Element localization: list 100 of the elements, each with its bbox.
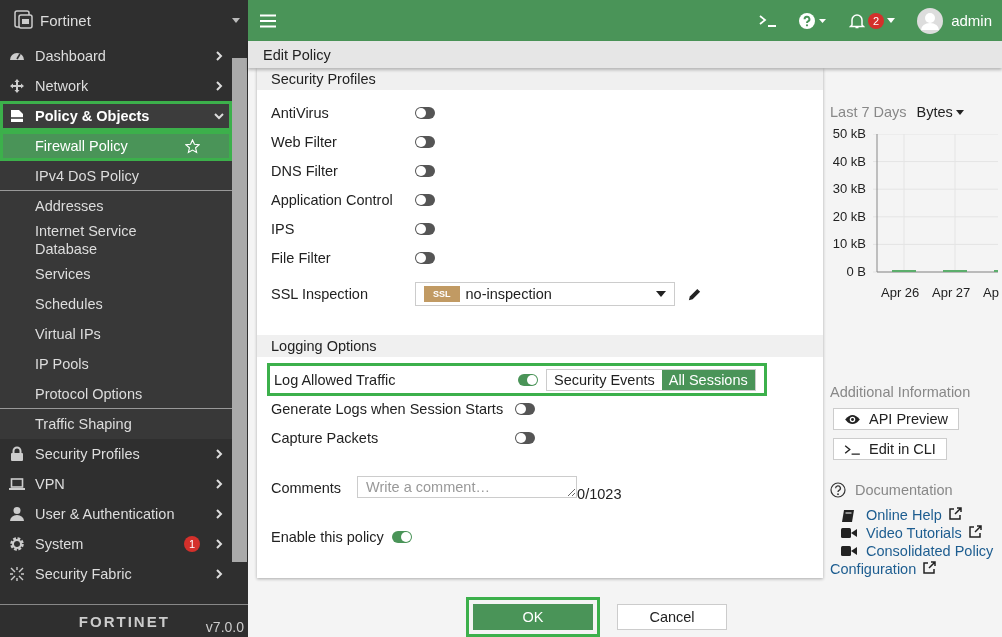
doc-link[interactable]: Video Tutorials (830, 524, 1002, 542)
toggle-switch[interactable] (415, 193, 435, 206)
terminal-icon (844, 443, 861, 455)
nav-subitem[interactable]: Internet Service Database (0, 221, 232, 259)
character-count: 0/1023 (577, 485, 622, 502)
metric-dropdown[interactable]: Bytes (916, 104, 964, 120)
caret-icon (955, 109, 964, 115)
axis-tick-label: 10 kB (832, 236, 866, 252)
section-title: Additional Information (830, 384, 972, 400)
toggle-switch[interactable] (415, 164, 435, 177)
axis-tick-label: Apr 27 (932, 285, 971, 300)
pencil-icon[interactable] (687, 286, 702, 302)
nav-item[interactable]: Policy & Objects (0, 101, 232, 131)
eye-icon (844, 413, 861, 425)
nav-subitem[interactable]: Services (0, 259, 232, 289)
star-icon[interactable] (185, 138, 200, 154)
user-name[interactable]: admin (951, 12, 992, 29)
comment-field[interactable]: Write a comment… (357, 476, 578, 498)
field-label: Comments (271, 479, 342, 496)
field-label: Generate Logs when Session Starts (271, 400, 505, 417)
toggle-switch[interactable] (415, 251, 435, 264)
axis-tick-label: 20 kB (832, 208, 866, 224)
axis-tick-label: 0 B (846, 264, 866, 279)
axis-tick-label: 40 kB (832, 153, 866, 169)
device-icon (14, 10, 34, 30)
chevron-icon (214, 479, 224, 489)
terminal-icon[interactable] (759, 14, 778, 27)
help-icon (830, 482, 846, 498)
nav-subitem[interactable]: Schedules (0, 289, 232, 319)
field-label: DNS Filter (271, 162, 339, 179)
field-label: Enable this policy (271, 529, 384, 545)
caret-icon[interactable] (887, 18, 896, 23)
network-icon (9, 78, 25, 94)
device-name[interactable]: Fortinet (40, 11, 226, 29)
chevron-icon (214, 569, 224, 579)
nav-item[interactable]: Security Fabric (0, 559, 232, 589)
select-field[interactable]: SSL no-inspection (415, 282, 675, 306)
axis-tick-label: Apr 26 (881, 285, 920, 300)
chevron-icon (214, 51, 224, 61)
nav-item[interactable]: Security Profiles (0, 439, 232, 469)
policy-icon (9, 108, 25, 124)
info-button[interactable]: Edit in CLI (833, 438, 947, 460)
nav-item[interactable]: Dashboard (0, 41, 232, 71)
nav-item[interactable]: System 1 (0, 529, 232, 559)
field-label: Capture Packets (271, 429, 380, 446)
section-title: Documentation (855, 482, 953, 498)
toggle-switch[interactable] (391, 531, 412, 543)
chevron-icon (214, 509, 224, 519)
info-button[interactable]: API Preview (833, 408, 959, 430)
toggle-switch[interactable] (515, 402, 535, 415)
section-header: Logging Options (257, 335, 823, 357)
user-icon (9, 506, 25, 522)
scrollbar[interactable] (232, 58, 247, 562)
gear-icon (9, 536, 25, 552)
field-label: AntiVirus (271, 104, 330, 121)
nav-subitem[interactable]: Virtual IPs (0, 319, 232, 349)
toggle-switch[interactable] (415, 106, 435, 119)
toggle-switch[interactable] (415, 222, 435, 235)
doc-link[interactable]: Consolidated Policy Configuration (830, 542, 1002, 578)
help-icon[interactable] (799, 12, 828, 29)
lock-icon (9, 446, 25, 462)
nav-item[interactable]: Network (0, 71, 232, 101)
nav-subitem[interactable]: Traffic Shaping (0, 409, 232, 439)
external-link-icon[interactable] (947, 507, 962, 521)
external-link-icon[interactable] (967, 525, 982, 539)
version-label: v7.0.0 (205, 619, 244, 637)
nav-item[interactable]: User & Authentication (0, 499, 232, 529)
nav-subitem[interactable]: Protocol Options (0, 379, 232, 409)
nav-subitem[interactable]: Addresses (0, 191, 232, 221)
section-header: Security Profiles (257, 68, 823, 90)
bell-icon[interactable] (849, 12, 866, 29)
nav-subitem[interactable]: Firewall Policy (0, 131, 232, 161)
field-label: IPS (271, 220, 296, 237)
menu-icon[interactable] (260, 13, 276, 28)
notification-badge: 2 (868, 12, 885, 29)
doc-link[interactable]: Online Help (830, 506, 1002, 524)
nav-subitem[interactable]: IP Pools (0, 349, 232, 379)
nav-subitem[interactable]: IPv4 DoS Policy (0, 161, 232, 191)
nav-item[interactable]: VPN (0, 469, 232, 499)
avatar-icon[interactable] (917, 7, 944, 34)
video-camera-icon (841, 527, 857, 539)
caret-icon[interactable] (232, 17, 240, 23)
ok-button[interactable]: OK (473, 604, 593, 630)
field-label: SSL Inspection (271, 286, 369, 302)
chevron-icon (214, 111, 224, 121)
chevron-icon (214, 81, 224, 91)
field-label: Application Control (271, 191, 394, 208)
cancel-button[interactable]: Cancel (617, 604, 727, 630)
range-label: Last 7 Days (830, 104, 907, 120)
toggle-switch[interactable] (415, 135, 435, 148)
toggle-switch[interactable] (515, 431, 535, 444)
toggle-switch[interactable] (518, 373, 538, 386)
laptop-icon (9, 476, 25, 492)
book-icon (841, 509, 855, 523)
external-link-icon[interactable] (922, 561, 937, 575)
axis-tick-label: 50 kB (832, 126, 866, 141)
chevron-icon (214, 449, 224, 459)
fabric-icon (9, 566, 25, 582)
segment-option[interactable]: All Sessions (661, 369, 755, 390)
brand-logo: FORTINET (78, 612, 170, 630)
